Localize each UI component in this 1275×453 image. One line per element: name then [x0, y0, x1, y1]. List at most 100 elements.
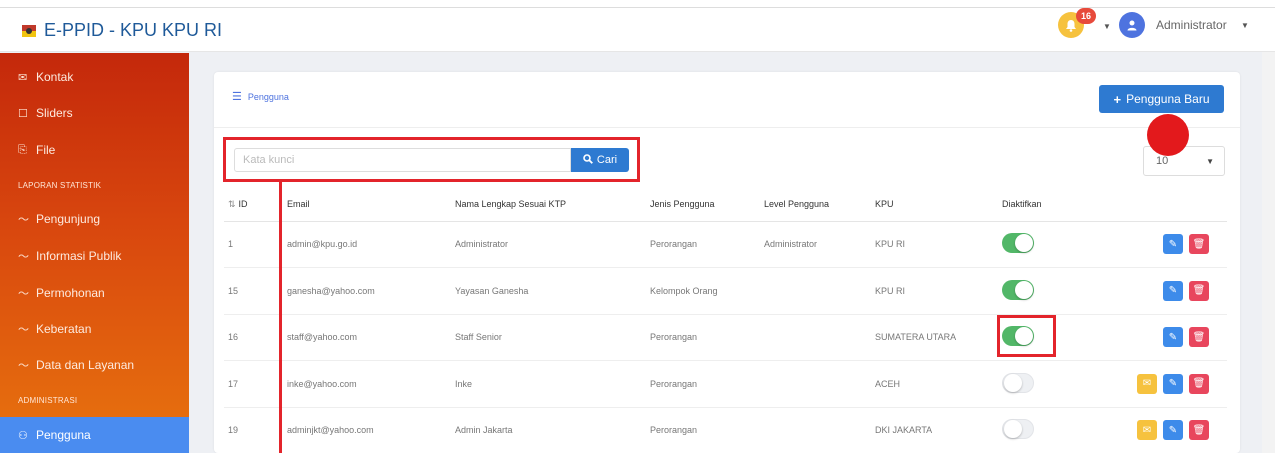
chart-line-icon: 〜	[18, 251, 29, 263]
envelope-icon: ✉	[1142, 378, 1152, 390]
search-button-label: Cari	[596, 154, 618, 166]
edit-icon: ✎	[1168, 331, 1178, 343]
column-header-level[interactable]: Level Pengguna	[764, 188, 875, 222]
edit-button[interactable]: ✎	[1163, 234, 1183, 255]
email-button[interactable]: ✉	[1137, 420, 1157, 441]
sidebar-item-label: Data dan Layanan	[36, 358, 135, 372]
user-name[interactable]: Administrator	[1156, 18, 1227, 32]
cell-id: 17	[224, 360, 280, 408]
cell-id: 1	[224, 221, 280, 268]
sidebar-item-label: Permohonan	[36, 286, 105, 300]
sidebar-item-permohonan[interactable]: 〜 Permohonan	[0, 276, 189, 310]
chevron-down-icon[interactable]: ▼	[1103, 22, 1111, 31]
column-header-type[interactable]: Jenis Pengguna	[650, 188, 764, 222]
sidebar-item-label: Pengunjung	[36, 212, 101, 226]
cell-email: adminjkt@yahoo.com	[280, 407, 455, 453]
table-header-row: ⇅ ID Email Nama Lengkap Sesuai KTP Jenis …	[224, 188, 1227, 222]
edit-button[interactable]: ✎	[1163, 327, 1183, 348]
column-header-name[interactable]: Nama Lengkap Sesuai KTP	[455, 188, 650, 222]
edit-icon: ✎	[1168, 424, 1178, 436]
email-button[interactable]: ✉	[1137, 373, 1157, 394]
kpu-logo-icon	[22, 24, 36, 37]
new-user-button-label: Pengguna Baru	[1126, 92, 1210, 106]
cell-id: 19	[224, 407, 280, 453]
active-toggle[interactable]	[1002, 233, 1034, 254]
cell-id: 16	[224, 314, 280, 361]
click-marker-dot	[1147, 114, 1189, 156]
table-row: 15 ganesha@yahoo.com Yayasan Ganesha Kel…	[224, 267, 1227, 315]
sidebar-item-label: Sliders	[36, 106, 73, 120]
sort-icon: ⇅	[228, 198, 236, 209]
cell-name: Admin Jakarta	[455, 407, 650, 453]
sidebar-item-kontak[interactable]: ✉ Kontak	[0, 60, 189, 94]
cell-type: Kelompok Orang	[650, 267, 764, 315]
cell-level	[764, 314, 875, 361]
square-icon: ☐	[18, 107, 28, 120]
edit-button[interactable]: ✎	[1163, 373, 1183, 394]
cell-kpu: DKI JAKARTA	[875, 407, 1002, 453]
delete-button[interactable]: 🗑	[1189, 373, 1209, 394]
column-header-email[interactable]: Email	[280, 188, 455, 222]
delete-button[interactable]: 🗑	[1189, 280, 1209, 301]
table-row: 1 admin@kpu.go.id Administrator Perorang…	[224, 221, 1227, 268]
chart-line-icon: 〜	[18, 360, 29, 372]
search-input[interactable]	[234, 148, 571, 172]
column-header-kpu[interactable]: KPU	[875, 188, 1002, 222]
toggle-highlight-box	[997, 315, 1056, 357]
envelope-icon: ✉	[18, 71, 28, 84]
page-scrollbar[interactable]	[1262, 52, 1275, 453]
plus-icon: +	[1113, 91, 1122, 107]
column-header-id[interactable]: ⇅ ID	[224, 188, 280, 222]
active-toggle[interactable]	[1002, 419, 1034, 440]
trash-icon: 🗑	[1192, 285, 1206, 297]
cell-name: Inke	[455, 360, 650, 408]
cell-level	[764, 360, 875, 408]
edit-icon: ✎	[1168, 285, 1178, 297]
cell-kpu: SUMATERA UTARA	[875, 314, 1002, 361]
table-row: 16 staff@yahoo.com Staff Senior Perorang…	[224, 314, 1227, 361]
edit-button[interactable]: ✎	[1163, 420, 1183, 441]
users-icon: ⚇	[18, 429, 28, 442]
cell-type: Perorangan	[650, 360, 764, 408]
search-form-highlight: Cari	[223, 137, 640, 182]
edit-button[interactable]: ✎	[1163, 280, 1183, 301]
cell-kpu: KPU RI	[875, 221, 1002, 268]
cell-kpu: KPU RI	[875, 267, 1002, 315]
cell-email: admin@kpu.go.id	[280, 221, 455, 268]
sidebar-item-label: Pengguna	[36, 428, 91, 442]
sidebar-item-data-dan-layanan[interactable]: 〜 Data dan Layanan	[0, 348, 189, 382]
sidebar-item-sliders[interactable]: ☐ Sliders	[0, 96, 189, 130]
table-row: 17 inke@yahoo.com Inke Perorangan ACEH ✉…	[224, 360, 1227, 408]
sidebar-item-pengunjung[interactable]: 〜 Pengunjung	[0, 202, 189, 236]
sidebar-item-label: File	[36, 143, 56, 157]
cell-kpu: ACEH	[875, 360, 1002, 408]
user-avatar-icon[interactable]	[1119, 12, 1145, 38]
cell-level	[764, 407, 875, 453]
chart-line-icon: 〜	[18, 288, 29, 300]
list-icon: ☰	[232, 91, 242, 103]
sidebar-item-label: Informasi Publik	[36, 249, 122, 263]
sidebar-item-file[interactable]: ⎘ File	[0, 133, 189, 167]
envelope-icon: ✉	[1142, 424, 1152, 436]
app-title: E-PPID - KPU KPU RI	[44, 20, 223, 40]
active-toggle[interactable]	[1002, 372, 1034, 393]
column-header-active[interactable]: Diaktifkan	[1002, 188, 1097, 222]
new-user-button[interactable]: + Pengguna Baru	[1099, 85, 1224, 113]
column-header-actions	[1097, 188, 1227, 222]
brand[interactable]: E-PPID - KPU KPU RI	[22, 20, 222, 41]
file-icon: ⎘	[18, 143, 27, 156]
sidebar-item-keberatan[interactable]: 〜 Keberatan	[0, 312, 189, 346]
chevron-down-icon[interactable]: ▼	[1241, 21, 1249, 30]
delete-button[interactable]: 🗑	[1189, 234, 1209, 255]
active-toggle[interactable]	[1002, 279, 1034, 300]
breadcrumb-label: Pengguna	[247, 91, 289, 102]
sidebar-item-informasi-publik[interactable]: 〜 Informasi Publik	[0, 239, 189, 273]
card-header: ☰ Pengguna + Pengguna Baru	[214, 72, 1240, 128]
search-button[interactable]: Cari	[571, 148, 629, 172]
delete-button[interactable]: 🗑	[1189, 327, 1209, 348]
sidebar-item-pengguna[interactable]: ⚇ Pengguna	[0, 417, 189, 453]
breadcrumb: ☰ Pengguna	[232, 90, 289, 103]
delete-button[interactable]: 🗑	[1189, 420, 1209, 441]
annotation-vertical-line	[279, 182, 282, 453]
trash-icon: 🗑	[1192, 378, 1206, 390]
